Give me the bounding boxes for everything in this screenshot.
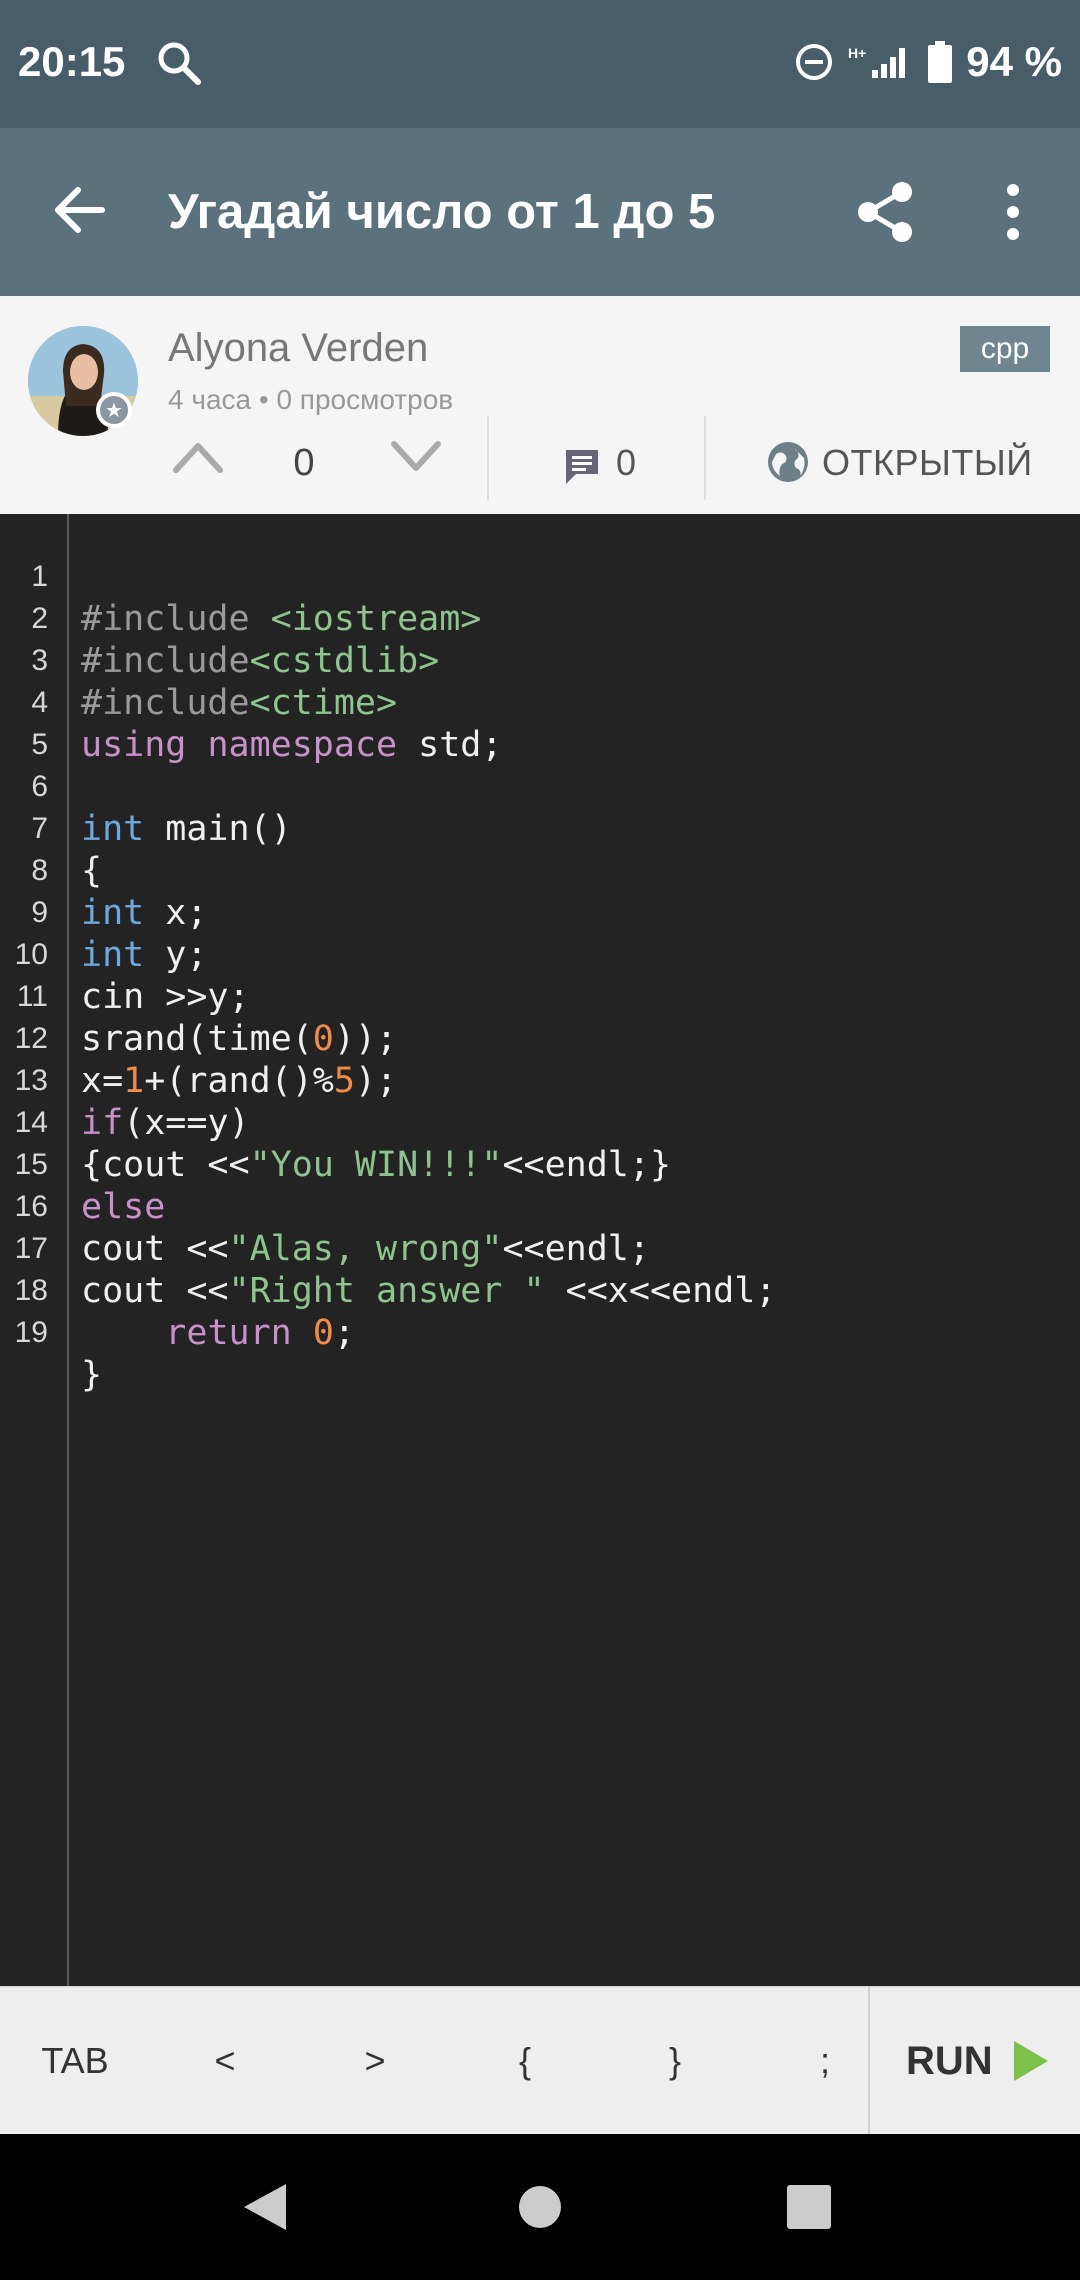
- status-time: 20:15: [18, 38, 126, 85]
- share-icon[interactable]: [856, 180, 916, 249]
- battery-icon: [928, 41, 953, 83]
- code-line: 10 cin >>y;: [0, 892, 1080, 1017]
- author-name[interactable]: Alyona Verden: [168, 326, 428, 371]
- semicolon-key[interactable]: ;: [790, 1987, 860, 2135]
- divider: [704, 416, 706, 500]
- greater-than-key[interactable]: >: [340, 1987, 410, 2135]
- code-line: 9 int y;: [0, 850, 1080, 975]
- globe-icon: [766, 440, 810, 489]
- code-line: 4 using namespace std;: [0, 640, 1080, 765]
- status-bar: 20:15 H+ 94 %: [0, 0, 1080, 128]
- code-line: 5: [0, 682, 1080, 761]
- code-line: 13 if(x==y): [0, 1018, 1080, 1143]
- privacy-status[interactable]: ОТКРЫТЫЙ: [822, 442, 1033, 484]
- nav-home-icon[interactable]: [517, 2184, 563, 2230]
- code-line: 15 else: [0, 1102, 1080, 1227]
- app-bar: Угадай число от 1 до 5: [0, 128, 1080, 296]
- code-line: 14 {cout <<"You WIN!!!"<<endl;}: [0, 1060, 1080, 1185]
- open-brace-key[interactable]: {: [490, 1987, 560, 2135]
- code-line: 11 srand(time(0));: [0, 934, 1080, 1059]
- divider: [487, 416, 489, 500]
- post-meta: 4 часа • 0 просмотров: [168, 384, 454, 415]
- run-button[interactable]: RUN: [906, 1987, 993, 2135]
- comment-icon[interactable]: [562, 446, 602, 491]
- keyboard-toolbar: TAB < > { } ; RUN: [0, 1986, 1080, 2135]
- vote-count: 0: [293, 442, 315, 484]
- code-editor[interactable]: 1 #include <iostream> 2 #include<cstdlib…: [0, 514, 1080, 1986]
- divider: [868, 1987, 870, 2135]
- system-nav-bar: [0, 2134, 1080, 2280]
- language-badge: cpp: [960, 326, 1050, 372]
- signal-icon: H+: [848, 45, 906, 78]
- more-options-icon[interactable]: [998, 180, 1028, 249]
- post-info-panel: ★ Alyona Verden 4 часа • 0 просмотров cp…: [0, 296, 1080, 514]
- dnd-icon: [796, 44, 833, 80]
- code-line: 18 return 0;: [0, 1228, 1080, 1353]
- badge-star-icon: ★: [96, 392, 132, 428]
- svg-text:H+: H+: [848, 45, 866, 61]
- code-line: 7 {: [0, 766, 1080, 891]
- code-line: 12 x=1+(rand()%5);: [0, 976, 1080, 1101]
- less-than-key[interactable]: <: [190, 1987, 260, 2135]
- code-line: 3 #include<ctime>: [0, 598, 1080, 723]
- code-line: 16 cout <<"Alas, wrong"<<endl;: [0, 1144, 1080, 1269]
- page-title: Угадай число от 1 до 5: [168, 185, 716, 239]
- code-line: 17 cout <<"Right answer " <<x<<endl;: [0, 1186, 1080, 1311]
- search-icon: [156, 40, 202, 91]
- upvote-icon[interactable]: [170, 436, 226, 481]
- code-line: 8 int x;: [0, 808, 1080, 933]
- code-line: 19 }: [0, 1270, 1080, 1395]
- code-line: 2 #include<cstdlib>: [0, 556, 1080, 681]
- nav-back-icon[interactable]: [242, 2182, 288, 2232]
- code-line: 6 int main(): [0, 724, 1080, 849]
- battery-level: 94 %: [966, 38, 1062, 85]
- nav-recents-icon[interactable]: [786, 2184, 832, 2230]
- back-arrow-icon[interactable]: [52, 182, 108, 243]
- downvote-icon[interactable]: [388, 436, 444, 481]
- tab-key[interactable]: TAB: [20, 1987, 130, 2135]
- status-indicators: H+ 94 %: [794, 38, 1062, 86]
- code-line: 1 #include <iostream>: [0, 514, 1080, 639]
- close-brace-key[interactable]: }: [640, 1987, 710, 2135]
- play-icon[interactable]: [1012, 2039, 1050, 2088]
- comment-count[interactable]: 0: [616, 442, 636, 484]
- line-number: 19: [14, 1316, 48, 1349]
